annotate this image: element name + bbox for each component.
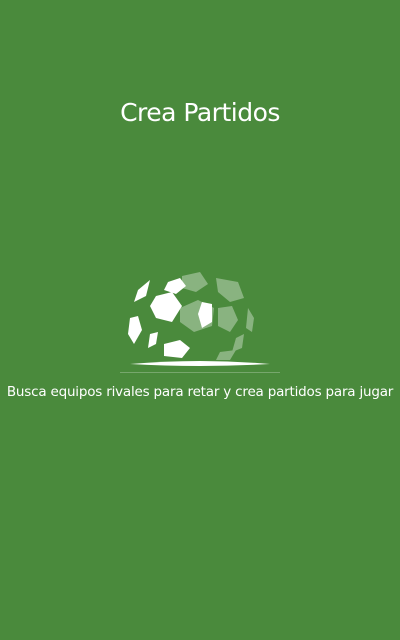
- soccer-ball-illustration: [120, 268, 280, 380]
- ground-line: [130, 361, 270, 366]
- onboarding-screen: Crea Partidos Busca equipos rivales para…: [0, 0, 400, 640]
- soccer-ball-icon: [120, 272, 280, 373]
- page-title: Crea Partidos: [120, 98, 280, 127]
- page-description: Busca equipos rivales para retar y crea …: [6, 384, 394, 400]
